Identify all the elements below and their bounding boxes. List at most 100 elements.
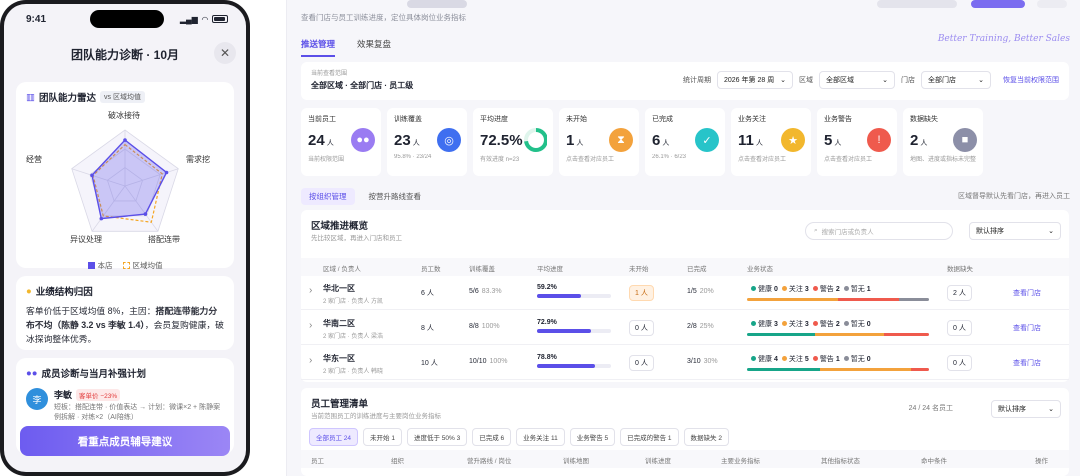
kpi-card[interactable]: 数据缺失 2 人地图、进度或指标未完整 ■ (903, 108, 983, 176)
phone-notch (90, 10, 164, 28)
filter-chip[interactable]: 业务关注 11 (516, 428, 565, 446)
main-tabs: 推送管理 效果复盘 (301, 38, 391, 57)
progress-ring-icon (523, 128, 547, 152)
staff-sort-select[interactable]: 默认排序 ⌄ (991, 400, 1061, 418)
region-cell: 华南二区 2 家门店 · 负责人 梁浩 (323, 318, 383, 340)
close-button[interactable]: ✕ (214, 42, 236, 64)
status-dot (843, 286, 849, 291)
region-title: 区域推进概览 (311, 221, 369, 232)
status-dot (843, 356, 849, 361)
kpi-card[interactable]: 未开始 1 人点击查看对应员工 ⧗ (559, 108, 639, 176)
filter-chip[interactable]: 全部员工 24 (309, 428, 359, 446)
missing-pill[interactable]: 2 人 (947, 285, 972, 301)
search-icon: ⌕ (814, 227, 818, 234)
chevron-right-icon[interactable]: › (309, 355, 312, 366)
region-select[interactable]: 全部区域 ⌄ (819, 71, 895, 89)
status-count: 1 (835, 356, 840, 363)
kpi-unit: 人 (920, 140, 928, 147)
view-store-link[interactable]: 查看门店 (1013, 323, 1041, 333)
not-started-pill[interactable]: 0 人 (629, 320, 654, 336)
desktop-app: 查看门店与员工训练进度，定位具体岗位业务指标 推送管理 效果复盘 Better … (286, 0, 1080, 476)
radar-point (90, 173, 94, 178)
region-sort-select[interactable]: 默认排序 ⌄ (969, 222, 1061, 240)
coverage: 5/6 83.3% (469, 288, 502, 295)
chevron-down-icon: ⌄ (882, 77, 888, 84)
alarm-icon: ! (867, 128, 891, 152)
view-store-link[interactable]: 查看门店 (1013, 358, 1041, 368)
filter-chip[interactable]: 未开始 1 (363, 428, 402, 446)
region-manager: 2 家门店 · 负责人 方凯 (323, 299, 384, 305)
not-started-pill[interactable]: 1 人 (629, 285, 654, 301)
status-label: 关注 (788, 356, 803, 363)
people-icon: ●● (26, 367, 38, 379)
tab-push-management[interactable]: 推送管理 (301, 38, 336, 57)
close-icon: ✕ (219, 46, 231, 60)
kpi-card[interactable]: 平均进度 72.5% 有效进度 n=23 (473, 108, 553, 176)
table-row[interactable]: › 华南二区 2 家门店 · 负责人 梁浩 8 人 8/8 100% 72.9% 0 人 2/8… (301, 311, 1069, 345)
filter-chip[interactable]: 数据缺失 2 (683, 428, 729, 446)
th: 训练进度 (645, 458, 671, 465)
region-label: 区域 (799, 77, 813, 84)
member-detail: 短板：搭配连带 · 价值表达 → 计划：微课×2 + 陈静案 例拆解 · 对练×2… (54, 404, 221, 421)
kpi-title: 数据缺失 (910, 116, 938, 123)
filter-chip[interactable]: 业务警告 5 (569, 428, 616, 446)
kpi-title: 训练覆盖 (394, 116, 422, 123)
legend-store-label: 本店 (97, 261, 113, 270)
top-fade-button[interactable] (971, 0, 1025, 8)
filter-chip[interactable]: 进度低于 50% 3 (406, 428, 468, 446)
wifi-icon: ◠ (201, 14, 208, 24)
kpi-card[interactable]: 当前员工 24 人当前权限范围 ●● (301, 108, 381, 176)
missing-pill[interactable]: 0 人 (947, 320, 972, 336)
filter-chip[interactable]: 已完成 6 (472, 428, 512, 446)
coverage: 8/8 100% (469, 323, 500, 330)
chevron-right-icon[interactable]: › (309, 320, 312, 331)
status-legend: 健康 4 关注 5 警告 1 暂无 0 (747, 354, 929, 364)
status-bar-segment (747, 333, 816, 336)
kpi-value: 2 (910, 132, 919, 149)
status-count: 4 (774, 356, 778, 363)
completed-pct: 30% (703, 358, 718, 365)
status-label: 健康 (758, 356, 772, 363)
tab-effect-review[interactable]: 效果复盘 (357, 38, 391, 57)
seg-by-route[interactable]: 按营升路线查看 (361, 188, 430, 205)
completed-pct: 25% (699, 323, 714, 330)
filter-chip[interactable]: 已完成的警告 1 (620, 428, 679, 446)
not-started-pill[interactable]: 0 人 (629, 355, 654, 371)
cube-icon: ■ (953, 128, 977, 152)
table-row[interactable]: › 华北一区 2 家门店 · 负责人 方凯 6 人 5/6 83.3% 59.2% 1 人 1/… (301, 276, 1069, 310)
restore-scope-link[interactable]: 恢复当前权限范围 (1003, 75, 1059, 85)
signal-icon: ▂▄▆ (179, 14, 198, 24)
kpi-unit: 人 (576, 140, 584, 147)
missing-pill[interactable]: 0 人 (947, 355, 972, 371)
store-label: 门店 (901, 77, 915, 84)
coverage-pct: 83.3% (481, 288, 502, 295)
period-select[interactable]: 2026 年第 28 周 ⌄ (717, 71, 793, 89)
kpi-title: 已完成 (652, 116, 673, 123)
coverage-value: 5/6 (469, 288, 479, 295)
kpi-card[interactable]: 业务警告 5 人点击查看对应员工! (817, 108, 897, 176)
status-bar-segment (883, 333, 929, 336)
member-item[interactable]: 李 李敏 客单价 −23% 短板：搭配连带 · 价值表达 → 计划：微课×2 + … (26, 388, 224, 423)
region-search-input[interactable]: ⌕ 搜索门店或负责人 (805, 222, 953, 240)
th: 营升路线 / 岗位 (467, 458, 512, 465)
region-table-header: 区域 / 负责人 员工数 训练覆盖 平均进度 未开始 已完成 业务状态 数据缺失 (301, 258, 1069, 276)
coaching-advice-button[interactable]: 看重点成员辅导建议 (20, 426, 230, 456)
region-cell: 华东一区 2 家门店 · 负责人 韩晓 (323, 353, 383, 375)
kpi-card[interactable]: 已完成 6 人 26.1% · 6/23 ✓ (645, 108, 725, 176)
status-bar-segment (747, 298, 838, 301)
chevron-right-icon[interactable]: › (309, 285, 312, 296)
radar-axis-label: 经营 (26, 155, 42, 164)
member-name-row: 李敏 客单价 −23% (54, 388, 220, 401)
kpi-card[interactable]: 训练覆盖 23 人 95.8% · 23/24 ◎ (387, 108, 467, 176)
seg-by-org[interactable]: 按组织管理 (301, 188, 355, 205)
th: 数据缺失 (947, 266, 973, 273)
view-store-link[interactable]: 查看门店 (1013, 288, 1041, 298)
sheet-header: 团队能力诊断 · 10月 ✕ (4, 34, 246, 74)
status-count: 0 (866, 356, 871, 363)
status-count: 3 (804, 286, 809, 293)
table-row[interactable]: › 华东一区 2 家门店 · 负责人 韩晓 10 人 10/10 100% 78.8% 0 人… (301, 346, 1069, 380)
status-count: 2 (835, 286, 840, 293)
kpi-card[interactable]: 业务关注 11 人点击查看对应员工 ★ (731, 108, 811, 176)
top-fade-block (877, 0, 957, 8)
store-select[interactable]: 全部门店 ⌄ (921, 71, 991, 89)
